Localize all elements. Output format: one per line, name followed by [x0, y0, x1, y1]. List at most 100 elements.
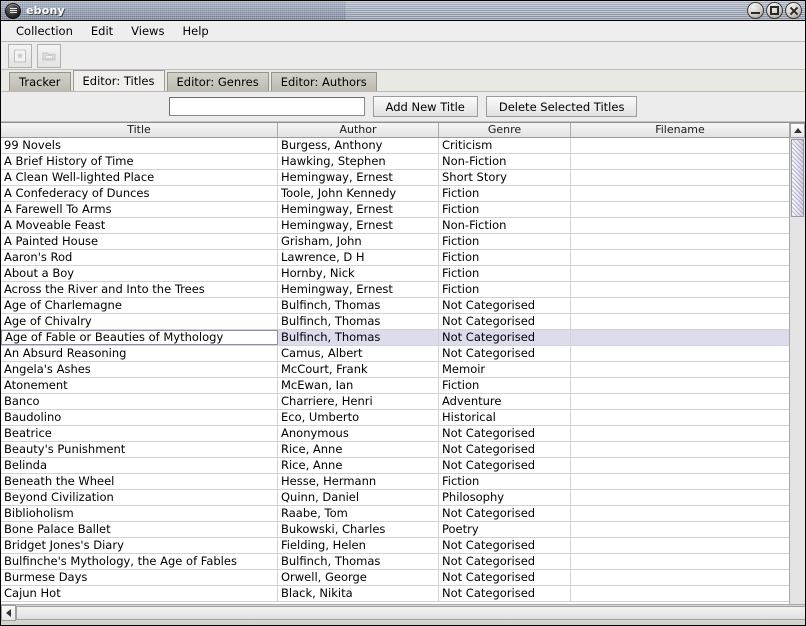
table-row[interactable]: Angela's Ashes McCourt, Frank Memoir [1, 362, 789, 378]
table-row[interactable]: A Moveable Feast Hemingway, Ernest Non-Fic… [1, 218, 789, 234]
table-cell-filename[interactable] [571, 442, 789, 457]
horizontal-scrollbar[interactable] [1, 604, 805, 621]
table-cell-filename[interactable] [571, 138, 789, 153]
column-header-genre[interactable]: Genre [439, 123, 571, 137]
table-cell-genre[interactable]: Non-Fiction [439, 154, 571, 169]
table-cell-genre[interactable]: Fiction [439, 234, 571, 249]
maximize-icon[interactable] [766, 2, 783, 19]
title-bar[interactable]: ebony [1, 1, 805, 21]
table-cell-author[interactable]: Hemingway, Ernest [278, 218, 439, 233]
table-cell-author[interactable]: Black, Nikita [278, 586, 439, 601]
table-row[interactable]: Bone Palace Ballet Bukowski, Charles Poetr… [1, 522, 789, 538]
table-cell-genre[interactable]: Not Categorised [439, 330, 571, 345]
table-cell-author[interactable]: Bulfinch, Thomas [278, 330, 439, 345]
table-row[interactable]: Beatrice Anonymous Not Categorised [1, 426, 789, 442]
table-cell-author[interactable]: Quinn, Daniel [278, 490, 439, 505]
table-cell-author[interactable]: Bulfinch, Thomas [278, 298, 439, 313]
table-cell-author[interactable]: Hawking, Stephen [278, 154, 439, 169]
table-cell-genre[interactable]: Not Categorised [439, 426, 571, 441]
table-cell-filename[interactable] [571, 490, 789, 505]
table-cell-genre[interactable]: Philosophy [439, 490, 571, 505]
vertical-scrollbar[interactable] [789, 123, 805, 604]
table-row[interactable]: Age of Charlemagne Bulfinch, Thomas Not Ca… [1, 298, 789, 314]
table-cell-genre[interactable]: Poetry [439, 522, 571, 537]
table-cell-genre[interactable]: Not Categorised [439, 538, 571, 553]
table-row[interactable]: A Brief History of Time Hawking, Stephen N… [1, 154, 789, 170]
table-cell-genre[interactable]: Fiction [439, 282, 571, 297]
table-cell-title[interactable]: Beneath the Wheel [1, 474, 278, 489]
table-cell-filename[interactable] [571, 250, 789, 265]
table-cell-genre[interactable]: Fiction [439, 474, 571, 489]
table-cell-filename[interactable] [571, 266, 789, 281]
table-cell-filename[interactable] [571, 538, 789, 553]
table-cell-genre[interactable]: Not Categorised [439, 314, 571, 329]
tab-editor-genres[interactable]: Editor: Genres [166, 72, 269, 91]
table-row[interactable]: An Absurd Reasoning Camus, Albert Not Cate… [1, 346, 789, 362]
table-cell-title[interactable]: A Confederacy of Dunces [1, 186, 278, 201]
table-cell-title[interactable]: A Clean Well-lighted Place [1, 170, 278, 185]
table-cell-author[interactable]: Raabe, Tom [278, 506, 439, 521]
table-row[interactable]: Banco Charriere, Henri Adventure [1, 394, 789, 410]
table-cell-genre[interactable]: Historical [439, 410, 571, 425]
menu-item-help[interactable]: Help [173, 22, 217, 41]
table-cell-title[interactable]: A Painted House [1, 234, 278, 249]
table-row[interactable]: 99 Novels Burgess, Anthony Criticism [1, 138, 789, 154]
table-cell-title[interactable]: Age of Charlemagne [1, 298, 278, 313]
table-cell-author[interactable]: Rice, Anne [278, 458, 439, 473]
tab-editor-authors[interactable]: Editor: Authors [270, 72, 377, 91]
close-icon[interactable] [785, 2, 802, 19]
table-cell-title[interactable]: A Moveable Feast [1, 218, 278, 233]
table-cell-filename[interactable] [571, 298, 789, 313]
table-cell-filename[interactable] [571, 474, 789, 489]
table-cell-author[interactable]: Toole, John Kennedy [278, 186, 439, 201]
add-new-title-button[interactable]: Add New Title [372, 96, 478, 117]
table-cell-author[interactable]: Burgess, Anthony [278, 138, 439, 153]
table-row[interactable]: Bridget Jones's Diary Fielding, Helen Not … [1, 538, 789, 554]
table-cell-filename[interactable] [571, 186, 789, 201]
table-cell-title[interactable]: Cajun Hot [1, 586, 278, 601]
table-cell-author[interactable]: Bulfinch, Thomas [278, 314, 439, 329]
table-row[interactable]: A Painted House Grisham, John Fiction [1, 234, 789, 250]
table-row[interactable]: About a Boy Hornby, Nick Fiction [1, 266, 789, 282]
table-cell-title[interactable]: Beatrice [1, 426, 278, 441]
table-cell-title[interactable]: Atonement [1, 378, 278, 393]
table-row[interactable]: Cajun Hot Black, Nikita Not Categorised [1, 586, 789, 602]
table-cell-genre[interactable]: Not Categorised [439, 298, 571, 313]
table-row[interactable]: Beneath the Wheel Hesse, Hermann Fiction [1, 474, 789, 490]
table-cell-title[interactable]: A Brief History of Time [1, 154, 278, 169]
table-cell-genre[interactable]: Not Categorised [439, 506, 571, 521]
table-cell-filename[interactable] [571, 314, 789, 329]
table-cell-filename[interactable] [571, 282, 789, 297]
menu-item-edit[interactable]: Edit [82, 22, 122, 41]
table-cell-author[interactable]: Hemingway, Ernest [278, 202, 439, 217]
table-cell-author[interactable]: Lawrence, D H [278, 250, 439, 265]
title-search-input[interactable] [168, 97, 365, 116]
scroll-left-button[interactable] [1, 605, 16, 621]
table-cell-author[interactable]: McCourt, Frank [278, 362, 439, 377]
table-cell-title[interactable]: Aaron's Rod [1, 250, 278, 265]
table-row[interactable]: Aaron's Rod Lawrence, D H Fiction [1, 250, 789, 266]
table-cell-filename[interactable] [571, 426, 789, 441]
table-cell-title[interactable]: Bulfinche's Mythology, the Age of Fables [1, 554, 278, 569]
table-cell-title[interactable]: Baudolino [1, 410, 278, 425]
table-cell-genre[interactable]: Not Categorised [439, 586, 571, 601]
table-cell-title[interactable]: Belinda [1, 458, 278, 473]
table-cell-author[interactable]: Hesse, Hermann [278, 474, 439, 489]
table-cell-title[interactable]: A Farewell To Arms [1, 202, 278, 217]
table-cell-genre[interactable]: Short Story [439, 170, 571, 185]
table-row[interactable]: A Confederacy of Dunces Toole, John Kenne… [1, 186, 789, 202]
table-row[interactable]: Across the River and Into the Trees Hemin… [1, 282, 789, 298]
table-cell-author[interactable]: Charriere, Henri [278, 394, 439, 409]
table-cell-author[interactable]: Rice, Anne [278, 442, 439, 457]
column-header-filename[interactable]: Filename [571, 123, 789, 137]
table-cell-filename[interactable] [571, 218, 789, 233]
column-header-title[interactable]: Title [1, 123, 278, 137]
table-row[interactable]: A Clean Well-lighted Place Hemingway, Ern… [1, 170, 789, 186]
table-cell-filename[interactable] [571, 554, 789, 569]
table-cell-title[interactable]: Bone Palace Ballet [1, 522, 278, 537]
vertical-scroll-track[interactable] [790, 217, 805, 604]
delete-selected-titles-button[interactable]: Delete Selected Titles [485, 96, 638, 117]
table-cell-genre[interactable]: Fiction [439, 250, 571, 265]
table-cell-author[interactable]: Hemingway, Ernest [278, 282, 439, 297]
table-cell-genre[interactable]: Fiction [439, 202, 571, 217]
